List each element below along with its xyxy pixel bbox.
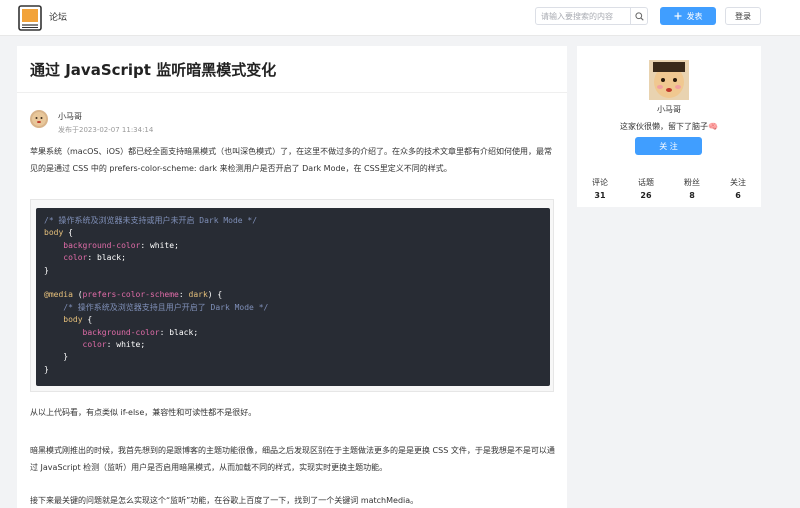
search-icon	[634, 11, 644, 21]
stat-value: 8	[689, 191, 695, 200]
author-name[interactable]: 小马哥	[58, 111, 82, 122]
article-paragraph: 从以上代码看，有点类似 if-else，兼容性和可读性都不是很好。	[30, 408, 257, 417]
profile-name[interactable]: 小马哥	[577, 104, 761, 115]
author-avatar[interactable]	[30, 110, 48, 128]
stat-value: 26	[640, 191, 652, 200]
search-input[interactable]	[536, 8, 632, 24]
search-box	[535, 7, 648, 25]
brand-name[interactable]: 论坛	[49, 10, 67, 23]
title-divider	[17, 92, 567, 93]
article-paragraph: 暗黑模式刚推出的时候，我首先想到的是跟博客的主题功能很像，细品之后发现区别在于主…	[30, 446, 555, 472]
stat-label: 关注	[730, 178, 746, 187]
publish-date: 发布于2023-02-07 11:34:14	[58, 126, 154, 134]
search-button[interactable]	[630, 8, 647, 24]
stat-label: 粉丝	[684, 178, 700, 187]
profile-stats: 评论 31 话题 26 粉丝 8 关注 6	[577, 177, 761, 200]
stat-followers[interactable]: 粉丝 8	[669, 177, 715, 200]
stat-label: 话题	[638, 178, 654, 187]
follow-button[interactable]: 关 注	[635, 137, 702, 155]
login-button[interactable]: 登录	[725, 7, 761, 25]
code-content: /* 操作系统及浏览器未支持或用户未开启 Dark Mode */ body {…	[36, 208, 550, 386]
stat-comments[interactable]: 评论 31	[577, 177, 623, 200]
code-block: /* 操作系统及浏览器未支持或用户未开启 Dark Mode */ body {…	[30, 199, 554, 392]
author-profile-card: 小马哥 这家伙很懒，留下了脑子🧠 关 注 评论 31 话题 26 粉丝 8 关注…	[577, 46, 761, 207]
top-header: 论坛 发表 登录	[0, 0, 800, 36]
stat-topics[interactable]: 话题 26	[623, 177, 669, 200]
post-button-label: 发表	[686, 11, 703, 21]
article-title: 通过 JavaScript 监听暗黑模式变化	[30, 61, 277, 79]
profile-bio: 这家伙很懒，留下了脑子🧠	[620, 122, 718, 131]
profile-avatar[interactable]	[649, 60, 689, 100]
stat-value: 6	[735, 191, 741, 200]
stat-following[interactable]: 关注 6	[715, 177, 761, 200]
article-card: 通过 JavaScript 监听暗黑模式变化 小马哥 发布于2023-02-07…	[17, 46, 567, 508]
plus-icon	[674, 12, 681, 20]
book-logo-icon[interactable]	[18, 5, 42, 31]
article-paragraph: 苹果系统（macOS、iOS）都已经全面支持暗黑模式（也叫深色模式）了，在这里不…	[30, 147, 553, 173]
article-paragraph: 接下来最关键的问题就是怎么实现这个“监听”功能，在谷歌上百度了一下，找到了一个关…	[30, 496, 419, 505]
stat-label: 评论	[592, 178, 608, 187]
post-button[interactable]: 发表	[660, 7, 716, 25]
stat-value: 31	[594, 191, 606, 200]
